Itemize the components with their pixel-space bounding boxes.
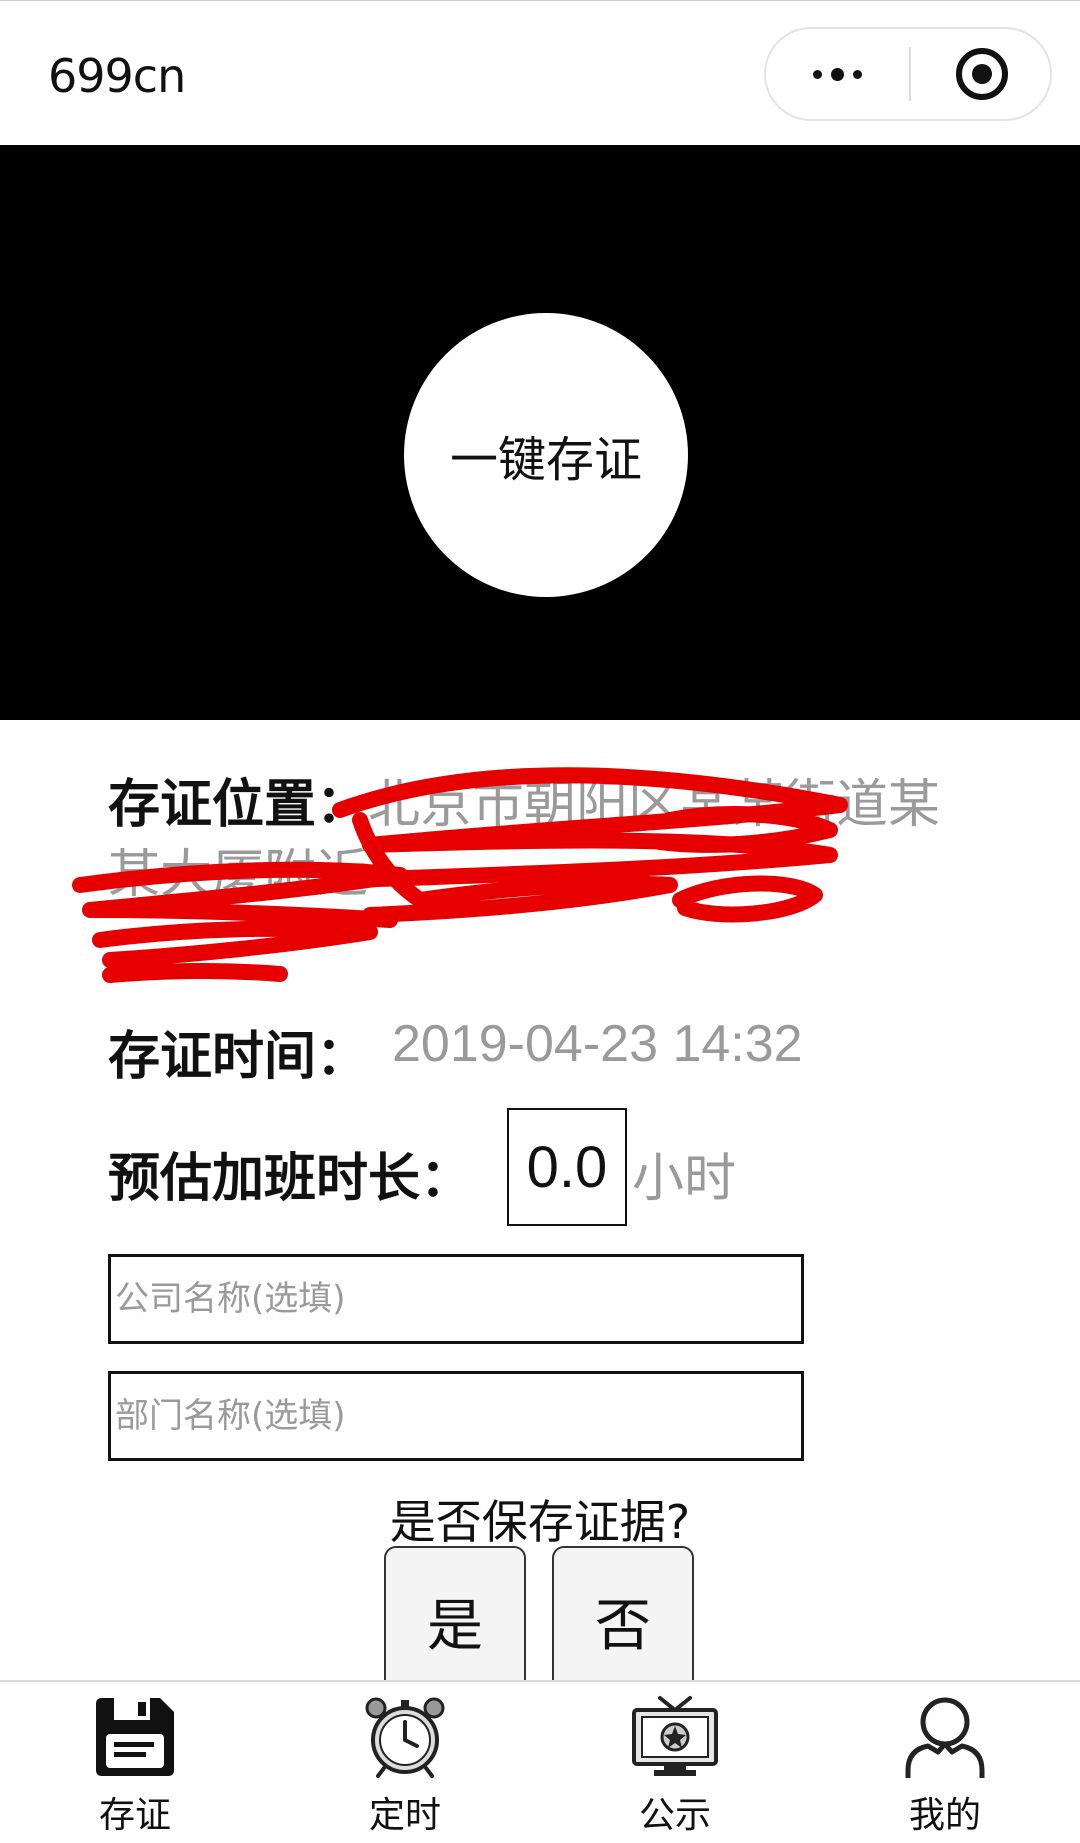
yes-button[interactable]: 是	[384, 1546, 526, 1696]
overtime-input[interactable]: 0.0	[507, 1108, 627, 1226]
redaction-scribble	[72, 767, 848, 983]
user-icon	[905, 1697, 985, 1778]
time-label: 存证时间：	[108, 1027, 369, 1087]
company-name-input[interactable]	[108, 1254, 804, 1344]
department-name-input[interactable]	[108, 1371, 804, 1461]
save-evidence-question: 是否保存证据?	[389, 1495, 691, 1549]
top-navbar: 699cn	[0, 0, 1080, 145]
one-key-save-button[interactable]: 一键存证	[404, 313, 688, 597]
overtime-unit: 小时	[632, 1149, 737, 1209]
tab-timer-label: 定时	[368, 1795, 441, 1836]
tab-save[interactable]: 存证	[0, 1682, 270, 1843]
more-dots-icon[interactable]	[766, 29, 909, 119]
floppy-disk-icon	[96, 1698, 174, 1776]
mini-program-capsule	[764, 27, 1052, 121]
tab-public-label: 公示	[638, 1795, 711, 1836]
no-button[interactable]: 否	[552, 1546, 694, 1696]
tab-mine[interactable]: 我的	[810, 1682, 1080, 1843]
tab-public[interactable]: 公示	[540, 1682, 810, 1843]
tv-icon	[632, 1696, 718, 1776]
time-value: 2019-04-23 14:32	[392, 1015, 803, 1073]
tab-save-label: 存证	[98, 1795, 171, 1836]
camera-banner: 一键存证	[0, 145, 1080, 720]
target-circle-icon[interactable]	[911, 29, 1052, 119]
bottom-tabbar: 存证 定时 公示 我的	[0, 1680, 1080, 1843]
alarm-clock-icon	[365, 1697, 445, 1778]
overtime-label: 预估加班时长：	[108, 1149, 473, 1209]
tab-mine-label: 我的	[908, 1795, 981, 1836]
app-title: 699cn	[48, 49, 186, 103]
tab-timer[interactable]: 定时	[270, 1682, 540, 1843]
